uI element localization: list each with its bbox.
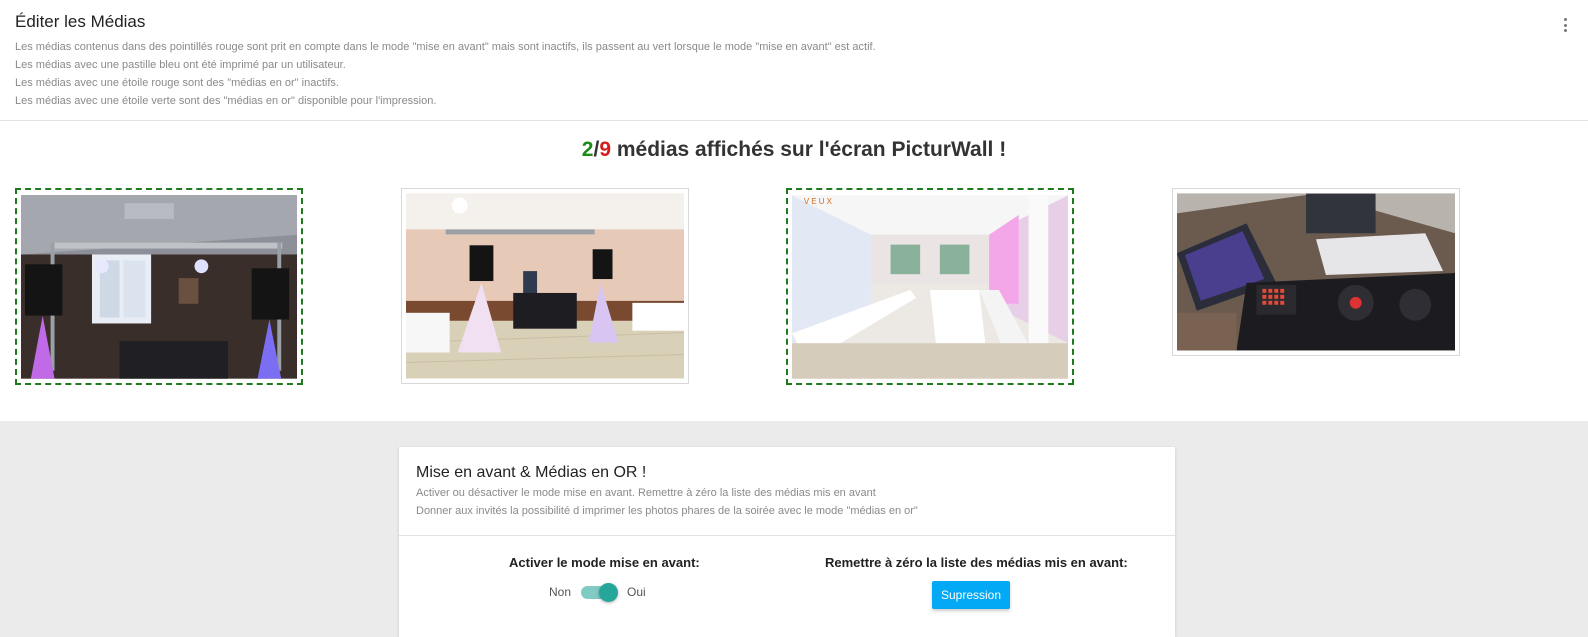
svg-text:V E U X: V E U X — [804, 197, 833, 206]
settings-title: Mise en avant & Médias en OR ! — [416, 464, 647, 481]
media-thumbnail-4[interactable] — [1172, 188, 1460, 356]
toggle-on-label: Oui — [627, 585, 646, 599]
count-suffix: médias affichés sur l'écran PicturWall ! — [611, 138, 1007, 161]
media-thumbnail-3[interactable]: V E U X — [786, 188, 1074, 385]
media-thumbnail-1[interactable] — [15, 188, 303, 385]
media-editor-card: Éditer les Médias Les médias contenus da… — [0, 0, 1588, 421]
toggle-label: Activer le mode mise en avant: — [509, 555, 700, 570]
toggle-off-label: Non — [549, 585, 572, 599]
more-options-icon[interactable] — [1564, 18, 1568, 32]
total-count: 9 — [599, 138, 612, 161]
header-divider — [0, 120, 1588, 121]
page-title: Éditer les Médias — [15, 12, 146, 31]
media-image-2 — [406, 193, 684, 379]
media-editor-header: Éditer les Médias Les médias contenus da… — [15, 12, 1555, 110]
settings-desc-1: Activer ou désactiver le mode mise en av… — [416, 487, 876, 499]
media-image-3: V E U X — [792, 195, 1068, 379]
legend-line-red-star: Les médias avec une étoile rouge sont de… — [15, 77, 339, 89]
media-image-1 — [21, 195, 297, 379]
toggle-knob — [599, 583, 619, 602]
featured-mode-toggle[interactable] — [579, 583, 619, 602]
media-image-4 — [1177, 193, 1455, 351]
settings-divider — [399, 535, 1175, 536]
media-thumbnail-2[interactable] — [401, 188, 689, 384]
legend-line-dotted: Les médias contenus dans des pointillés … — [15, 41, 876, 53]
reset-featured-button[interactable]: Supression — [932, 581, 1010, 609]
reset-label: Remettre à zéro la liste des médias mis … — [825, 555, 1128, 570]
legend-line-green-star: Les médias avec une étoile verte sont de… — [15, 95, 437, 107]
legend-line-blue-dot: Les médias avec une pastille bleu ont ét… — [15, 59, 346, 71]
featured-settings-card: Mise en avant & Médias en OR ! Activer o… — [399, 447, 1175, 637]
media-count-heading: 2/9 médias affichés sur l'écran PicturWa… — [0, 138, 1588, 162]
featured-toggle-row: Non Oui — [549, 583, 646, 602]
shown-count: 2 — [581, 138, 594, 161]
settings-desc-2: Donner aux invités la possibilité d impr… — [416, 505, 918, 517]
